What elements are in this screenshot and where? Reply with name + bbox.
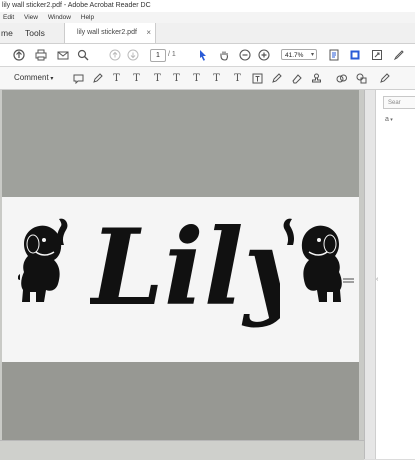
page-bottom-band — [2, 362, 359, 440]
strikethrough-text-icon[interactable]: T — [130, 71, 143, 85]
elephant-right-shape — [283, 218, 342, 302]
highlight-pen-icon[interactable] — [91, 71, 104, 85]
menu-edit[interactable]: Edit — [3, 14, 14, 21]
text-field-icon[interactable] — [251, 71, 264, 85]
menu-window[interactable]: Window — [48, 14, 71, 21]
comment-toolbar: Comment ▾ T T T T T T T — [0, 67, 415, 90]
zoom-level-select[interactable]: 41.7% ▾ — [281, 49, 317, 60]
previous-page-icon[interactable] — [108, 48, 122, 62]
tabs-row: me Tools lily wall sticker2.pdf × — [0, 23, 415, 44]
elephant-right-eye — [317, 238, 321, 242]
window-title: lily wall sticker2.pdf - Adobe Acrobat R… — [0, 0, 415, 12]
search-icon[interactable] — [76, 48, 90, 62]
page-top-band — [2, 90, 359, 197]
chevron-down-icon: ▾ — [388, 117, 393, 123]
collapse-panel-icon[interactable]: ‹ — [376, 276, 378, 283]
tab-home[interactable]: me — [0, 23, 21, 43]
scroll-mode-icon[interactable] — [348, 48, 362, 62]
elephant-left-graphic — [18, 218, 68, 302]
menu-view[interactable]: View — [24, 14, 38, 21]
text-box-icon[interactable]: T — [231, 71, 244, 85]
tab-document-label: lily wall sticker2.pdf — [77, 29, 137, 36]
pencil-icon[interactable] — [270, 71, 283, 85]
panel-tool-item[interactable]: a ▾ — [385, 116, 393, 123]
sign-icon[interactable] — [392, 48, 406, 62]
close-tab-icon[interactable]: × — [146, 23, 151, 43]
underline-text-icon[interactable]: T — [110, 71, 123, 85]
text-callout-icon[interactable]: T — [210, 71, 223, 85]
elephant-left-eye — [42, 238, 46, 242]
right-tools-panel: Sear a ▾ ‹ — [364, 90, 415, 459]
comment-tool-label[interactable]: Comment ▾ — [14, 67, 53, 90]
draw-shapes-icon[interactable] — [355, 71, 368, 85]
add-note-to-text-icon[interactable]: T — [190, 71, 203, 85]
sticky-note-icon[interactable] — [72, 71, 85, 85]
attach-file-icon[interactable] — [335, 71, 348, 85]
sticker-name-text: Lily — [90, 205, 280, 329]
next-page-icon[interactable] — [126, 48, 140, 62]
elephant-right-graphic — [283, 218, 354, 302]
tab-document[interactable]: lily wall sticker2.pdf × — [64, 23, 156, 43]
page-total: / 1 — [168, 51, 176, 58]
replace-text-icon[interactable]: T — [151, 71, 164, 85]
fit-page-icon[interactable] — [327, 48, 341, 62]
select-cursor-icon[interactable] — [196, 48, 210, 62]
full-screen-icon[interactable] — [370, 48, 384, 62]
stamp-icon[interactable] — [310, 71, 323, 85]
bottom-scroll-strip[interactable] — [0, 440, 364, 460]
tab-tools[interactable]: Tools — [25, 23, 55, 43]
tools-search-input[interactable]: Sear — [383, 96, 415, 109]
zoom-out-icon[interactable] — [238, 48, 252, 62]
main-toolbar: 1 / 1 41.7% ▾ — [0, 44, 415, 67]
chevron-down-icon: ▾ — [48, 76, 54, 82]
document-scrollbar[interactable] — [365, 90, 376, 459]
page-number-input[interactable]: 1 — [150, 49, 166, 62]
insert-text-icon[interactable]: T — [170, 71, 183, 85]
menu-bar: Edit View Window Help — [0, 12, 415, 23]
chevron-down-icon: ▾ — [310, 52, 314, 58]
menu-help[interactable]: Help — [81, 14, 94, 21]
eraser-icon[interactable] — [290, 71, 303, 85]
elephant-left-shape — [18, 218, 68, 302]
zoom-level-value: 41.7% — [285, 52, 304, 59]
zoom-in-icon[interactable] — [257, 48, 271, 62]
hand-tool-icon[interactable] — [217, 48, 231, 62]
print-icon[interactable] — [34, 48, 48, 62]
email-icon[interactable] — [56, 48, 70, 62]
upload-icon[interactable] — [12, 48, 26, 62]
lily-script-artwork: Lily — [90, 205, 280, 329]
pen-draw-icon[interactable] — [378, 71, 391, 85]
